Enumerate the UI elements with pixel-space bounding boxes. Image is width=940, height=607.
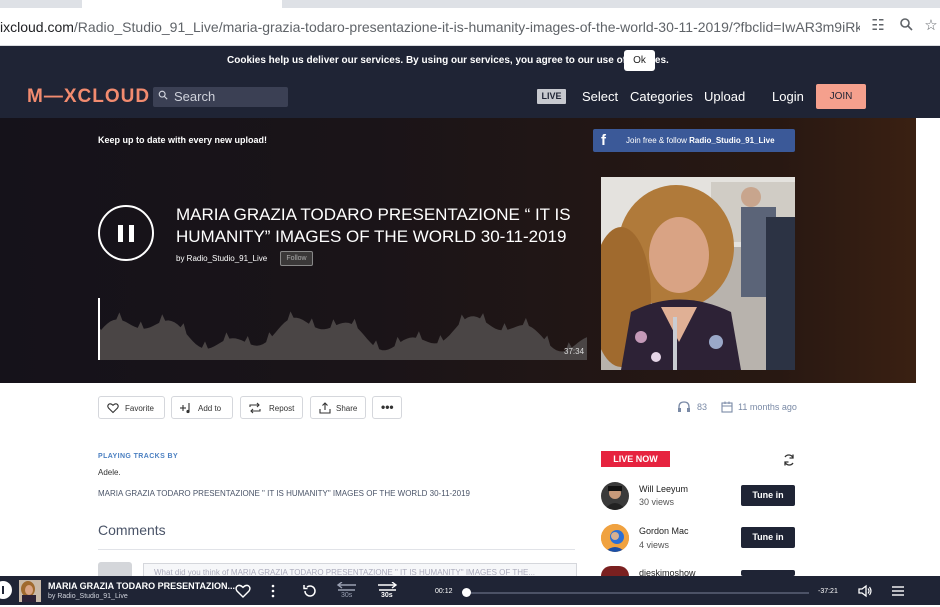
heart-icon xyxy=(107,403,119,414)
live-avatar-will[interactable] xyxy=(601,482,629,510)
fb-user: Radio_Studio_91_Live xyxy=(689,136,775,145)
track-artist[interactable]: Adele. xyxy=(98,468,121,477)
waveform-duration: 37:34 xyxy=(564,347,585,356)
zoom-icon[interactable] xyxy=(897,17,915,35)
live-views-will: 30 views xyxy=(639,497,675,507)
player-title[interactable]: MARIA GRAZIA TODARO PRESENTAZION... xyxy=(48,581,235,591)
live-avatar-gordon[interactable] xyxy=(601,524,629,552)
waveform-playhead xyxy=(98,298,100,360)
more-dots-icon: ••• xyxy=(381,400,394,414)
comment-input[interactable]: What did you think of MARIA GRAZIA TODAR… xyxy=(143,563,577,577)
live-name-djeskimo[interactable]: djeskimoshow xyxy=(639,568,696,576)
tune-in-button-gordon[interactable]: Tune in xyxy=(741,527,795,548)
show-title: MARIA GRAZIA TODARO PRESENTAZIONE “ IT I… xyxy=(176,205,571,246)
repost-button[interactable]: Repost xyxy=(240,396,303,419)
player-progress-track[interactable] xyxy=(464,592,809,594)
player-cover-thumb[interactable] xyxy=(19,580,41,602)
player-remaining: -37:21 xyxy=(818,588,838,595)
track-name[interactable]: MARIA GRAZIA TODARO PRESENTAZIONE " IT I… xyxy=(98,489,470,498)
player-elapsed: 00:12 xyxy=(435,588,453,595)
browser-address-bar[interactable]: ixcloud.com/Radio_Studio_91_Live/maria-g… xyxy=(0,8,940,46)
cookie-message: Cookies help us deliver our services. By… xyxy=(227,55,669,66)
pause-button[interactable] xyxy=(98,205,154,261)
player-restart-icon[interactable] xyxy=(302,583,318,599)
facebook-follow-button[interactable]: f Join free & follow Radio_Studio_91_Liv… xyxy=(593,129,795,152)
add-to-label: Add to xyxy=(198,404,222,413)
calendar-icon xyxy=(721,401,733,413)
live-avatar-djeskimo[interactable] xyxy=(601,566,629,576)
cookie-banner: Cookies help us deliver our services. By… xyxy=(0,46,940,76)
keep-up-text: Keep up to date with every new upload! xyxy=(98,135,268,145)
fb-prefix: Join free & follow xyxy=(626,136,687,145)
search-placeholder: Search xyxy=(174,89,216,104)
live-badge[interactable]: LIVE xyxy=(537,89,566,104)
more-options-button[interactable]: ••• xyxy=(372,396,402,419)
queue-icon[interactable] xyxy=(890,583,906,599)
player-uploader[interactable]: by Radio_Studio_91_Live xyxy=(48,593,128,600)
share-icon xyxy=(319,402,331,414)
show-uploader[interactable]: by Radio_Studio_91_Live xyxy=(176,254,267,263)
live-now-badge: LIVE NOW xyxy=(601,451,670,467)
live-views-gordon: 4 views xyxy=(639,540,670,550)
join-button[interactable]: JOIN xyxy=(816,84,866,109)
play-count: 83 xyxy=(697,402,708,412)
bookmark-star-icon[interactable]: ☆ xyxy=(922,17,940,35)
player-more-icon[interactable] xyxy=(265,583,281,599)
upload-age: 11 months ago xyxy=(738,402,797,412)
browser-tab-active[interactable] xyxy=(82,0,282,8)
player-back-30-button[interactable]: 30s xyxy=(336,579,358,603)
follow-button[interactable]: Follow xyxy=(280,251,313,266)
mixcloud-logo[interactable]: M—XCLOUD xyxy=(27,86,150,108)
add-to-button[interactable]: Add to xyxy=(171,396,233,419)
comments-heading: Comments xyxy=(98,522,166,538)
live-name-will[interactable]: Will Leeyum xyxy=(639,484,688,494)
comment-avatar xyxy=(98,562,132,576)
top-nav: M—XCLOUD Search LIVE Select Categories U… xyxy=(0,76,940,118)
nav-categories[interactable]: Categories xyxy=(630,89,693,104)
playing-tracks-heading: PLAYING TRACKS BY xyxy=(98,453,179,460)
player-forward-30-button[interactable]: 30s xyxy=(376,579,398,603)
search-input[interactable]: Search xyxy=(153,87,288,107)
nav-upload[interactable]: Upload xyxy=(704,89,745,104)
add-music-icon xyxy=(180,403,190,414)
url-text[interactable]: ixcloud.com/Radio_Studio_91_Live/maria-g… xyxy=(0,19,860,35)
comments-divider xyxy=(98,549,575,550)
facebook-icon: f xyxy=(601,132,606,149)
volume-icon[interactable] xyxy=(857,583,873,599)
show-cover-image xyxy=(601,177,795,370)
show-hero: Keep up to date with every new upload! f… xyxy=(0,118,916,383)
player-heart-icon[interactable] xyxy=(235,583,251,599)
refresh-icon[interactable] xyxy=(782,453,796,467)
nav-login[interactable]: Login xyxy=(772,89,804,104)
player-progress-knob[interactable] xyxy=(461,588,471,597)
repost-label: Repost xyxy=(269,404,295,413)
player-play-button[interactable] xyxy=(0,581,12,599)
bottom-player: MARIA GRAZIA TODARO PRESENTAZION... by R… xyxy=(0,576,940,605)
share-label: Share xyxy=(336,404,358,413)
nav-select[interactable]: Select xyxy=(582,89,618,104)
search-icon xyxy=(158,90,168,100)
share-button[interactable]: Share xyxy=(310,396,366,419)
page-scrollbar[interactable] xyxy=(916,118,940,576)
forward-30-label: 30s xyxy=(381,592,393,599)
live-name-gordon[interactable]: Gordon Mac xyxy=(639,526,689,536)
favorite-label: Favorite xyxy=(125,404,154,413)
pause-icon-bar xyxy=(129,225,134,242)
headphones-icon xyxy=(678,401,690,412)
repost-icon xyxy=(249,402,261,414)
back-30-label: 30s xyxy=(341,592,353,599)
tune-in-button-will[interactable]: Tune in xyxy=(741,485,795,506)
favorite-button[interactable]: Favorite xyxy=(98,396,165,419)
waveform[interactable] xyxy=(98,296,587,360)
browser-tab-strip xyxy=(0,0,940,8)
translate-icon[interactable]: ☷ xyxy=(869,17,887,35)
pause-icon xyxy=(118,225,123,242)
cookie-ok-button[interactable]: Ok xyxy=(624,50,655,71)
